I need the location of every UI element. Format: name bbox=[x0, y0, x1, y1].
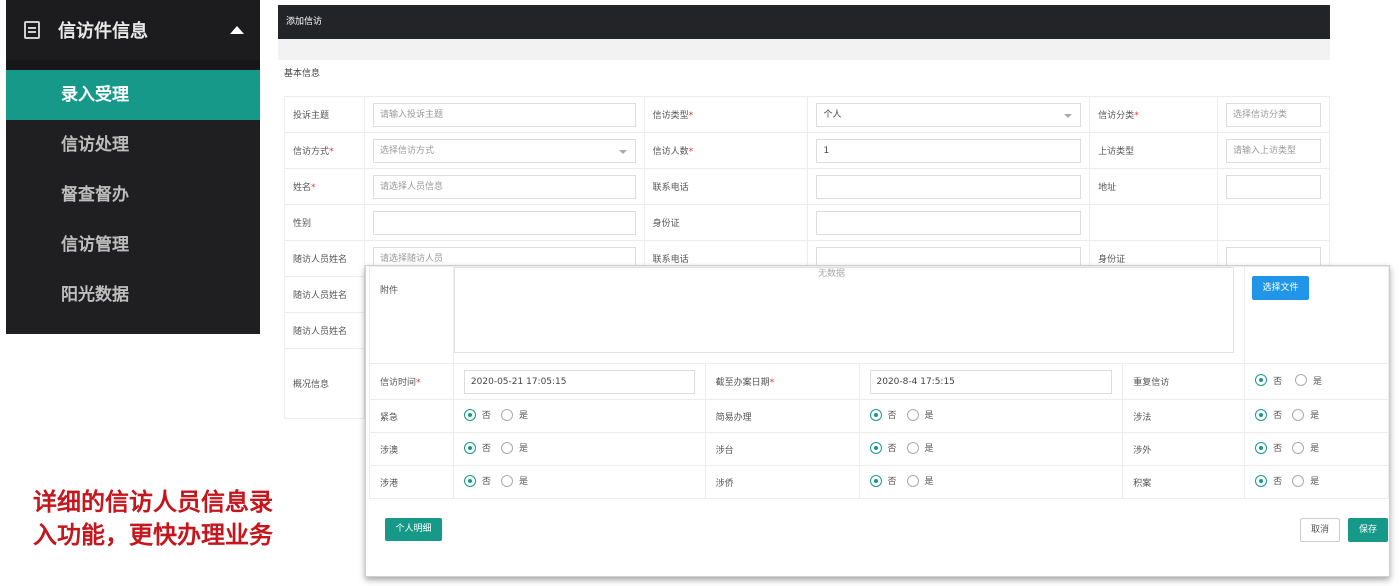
detail-table: 附件 信访时间* 2020-05-21 17:05:15 截至办案日期* 202… bbox=[369, 266, 1389, 499]
sidebar-item-management[interactable]: 信访管理 bbox=[6, 220, 260, 270]
label-taiwan: 涉台 bbox=[704, 432, 860, 466]
taiwan-yes-radio[interactable]: 是 bbox=[906, 441, 934, 454]
sidebar-item-supervision[interactable]: 督查督办 bbox=[6, 170, 260, 220]
legal-no-radio[interactable]: 否 bbox=[1255, 408, 1282, 421]
label-gender: 性别 bbox=[284, 204, 365, 241]
count-input[interactable]: 1 bbox=[816, 138, 1082, 163]
address-input[interactable] bbox=[1226, 174, 1321, 199]
label-petition-category: 信访分类 bbox=[1098, 111, 1135, 121]
phone-input[interactable] bbox=[816, 174, 1082, 199]
urgent-yes-radio[interactable]: 是 bbox=[500, 408, 528, 421]
foreign-no-radio[interactable]: 否 bbox=[1255, 441, 1282, 454]
label-legal: 涉法 bbox=[1122, 399, 1246, 433]
petition-type-select[interactable]: 个人 bbox=[816, 102, 1082, 127]
visit-time-input[interactable]: 2020-05-21 17:05:15 bbox=[463, 369, 695, 394]
label-name: 姓名 bbox=[293, 183, 312, 193]
overseas-yes-radio[interactable]: 是 bbox=[906, 474, 934, 487]
urgent-no-radio[interactable]: 否 bbox=[463, 408, 491, 421]
caret-up-icon[interactable] bbox=[230, 26, 244, 34]
detail-panel: 无数据 附件 信访时间* 2020-05-21 17:05:15 截至办案日期*… bbox=[365, 265, 1390, 577]
visit-type-input[interactable]: 请输入上访类型 bbox=[1226, 138, 1321, 163]
label-phone: 联系电话 bbox=[643, 168, 809, 205]
clipboard-icon bbox=[24, 21, 40, 39]
sidebar-group-title: 信访件信息 bbox=[58, 21, 148, 42]
label-simple: 简易办理 bbox=[704, 399, 860, 433]
sidebar-item-entry[interactable]: 录入受理 bbox=[6, 70, 260, 120]
label-urgent: 紧急 bbox=[369, 399, 454, 433]
label-backlog: 积案 bbox=[1122, 465, 1246, 499]
label-id-card: 身份证 bbox=[643, 204, 809, 241]
personal-detail-button[interactable]: 个人明细 bbox=[385, 518, 442, 541]
simple-no-radio[interactable]: 否 bbox=[869, 408, 897, 421]
caption-line-2: 入功能，更快办理业务 bbox=[33, 521, 273, 549]
sidebar-item-processing[interactable]: 信访处理 bbox=[6, 120, 260, 170]
overseas-no-radio[interactable]: 否 bbox=[869, 474, 897, 487]
label-attachment: 附件 bbox=[369, 266, 454, 364]
label-address: 地址 bbox=[1089, 168, 1219, 205]
backlog-no-radio[interactable]: 否 bbox=[1255, 474, 1282, 487]
simple-yes-radio[interactable]: 是 bbox=[906, 408, 934, 421]
form-header: 添加信访 bbox=[278, 5, 1330, 39]
foreign-yes-radio[interactable]: 是 bbox=[1292, 441, 1319, 454]
form-toolbar-strip bbox=[278, 39, 1330, 60]
promo-caption: 详细的信访人员信息录 入功能，更快办理业务 bbox=[33, 486, 273, 552]
sidebar: 信访件信息 录入受理 信访处理 督查督办 信访管理 阳光数据 bbox=[6, 0, 260, 334]
macau-yes-radio[interactable]: 是 bbox=[500, 441, 528, 454]
label-hongkong: 涉港 bbox=[369, 465, 454, 499]
label-petition-type: 信访类型 bbox=[652, 111, 689, 121]
repeat-no-radio[interactable]: 否 bbox=[1255, 374, 1282, 387]
label-count: 信访人数 bbox=[652, 147, 689, 157]
method-select[interactable]: 选择信访方式 bbox=[372, 138, 636, 163]
label-repeat: 重复信访 bbox=[1122, 363, 1246, 400]
label-macau: 涉澳 bbox=[369, 432, 454, 466]
caption-line-1: 详细的信访人员信息录 bbox=[33, 488, 273, 516]
label-visit-type: 上访类型 bbox=[1089, 132, 1219, 169]
gender-input[interactable] bbox=[372, 210, 636, 235]
sidebar-item-sunshine-data[interactable]: 阳光数据 bbox=[6, 270, 260, 320]
label-summary: 概况信息 bbox=[284, 348, 365, 419]
deadline-input[interactable]: 2020-8-4 17:5:15 bbox=[869, 369, 1113, 394]
label-method: 信访方式 bbox=[293, 147, 330, 157]
backlog-yes-radio[interactable]: 是 bbox=[1292, 474, 1319, 487]
label-visit-time: 信访时间 bbox=[380, 378, 417, 388]
hongkong-yes-radio[interactable]: 是 bbox=[500, 474, 528, 487]
macau-no-radio[interactable]: 否 bbox=[463, 441, 491, 454]
petition-category-select[interactable]: 选择信访分类 bbox=[1226, 102, 1321, 127]
label-companion-name: 随访人员姓名 bbox=[284, 240, 365, 277]
taiwan-no-radio[interactable]: 否 bbox=[869, 441, 897, 454]
repeat-yes-radio[interactable]: 是 bbox=[1294, 374, 1322, 387]
cancel-button[interactable]: 取消 bbox=[1300, 518, 1340, 542]
attachment-dropzone[interactable] bbox=[453, 267, 1235, 353]
save-button[interactable]: 保存 bbox=[1348, 518, 1388, 542]
subject-input[interactable]: 请输入投诉主题 bbox=[372, 102, 636, 127]
label-foreign: 涉外 bbox=[1122, 432, 1246, 466]
sidebar-group-header[interactable]: 信访件信息 bbox=[6, 0, 260, 70]
label-subject: 投诉主题 bbox=[284, 96, 365, 133]
label-companion-name-3: 随访人员姓名 bbox=[284, 312, 365, 349]
label-companion-name-2: 随访人员姓名 bbox=[284, 276, 365, 313]
name-input[interactable]: 请选择人员信息 bbox=[372, 174, 636, 199]
select-file-button[interactable]: 选择文件 bbox=[1252, 276, 1309, 300]
hongkong-no-radio[interactable]: 否 bbox=[463, 474, 491, 487]
id-card-input[interactable] bbox=[816, 210, 1082, 235]
legal-yes-radio[interactable]: 是 bbox=[1292, 408, 1319, 421]
label-deadline: 截至办案日期 bbox=[715, 378, 770, 388]
label-overseas-chinese: 涉侨 bbox=[704, 465, 860, 499]
